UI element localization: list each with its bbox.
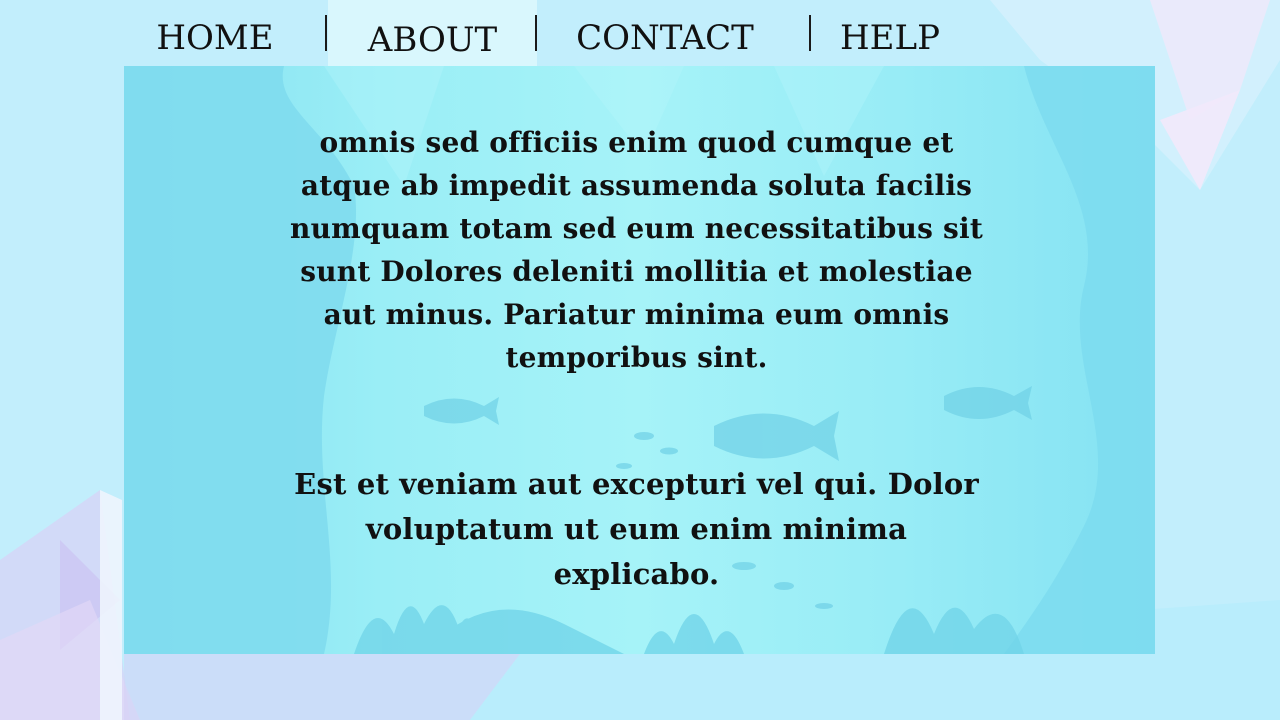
tab-about-label: ABOUT [367,20,498,60]
tab-help[interactable]: HELP [820,0,960,66]
about-paragraph-1: omnis sed officiis enim quod cumque et a… [290,126,983,374]
content-panel: omnis sed officiis enim quod cumque et a… [124,66,1155,654]
tab-home[interactable]: HOME [130,0,300,66]
tab-home-label: HOME [156,18,274,58]
tab-contact-label: CONTACT [576,18,754,58]
tab-about[interactable]: ABOUT [328,0,537,66]
tab-contact[interactable]: CONTACT [550,0,780,66]
top-navigation: HOME ABOUT CONTACT HELP [120,0,950,66]
tab-separator [809,15,811,51]
tab-help-label: HELP [840,18,940,58]
tab-separator [325,15,327,51]
about-paragraph-2: Est et veniam aut excepturi vel qui. Dol… [294,467,979,591]
tab-separator [535,15,537,51]
